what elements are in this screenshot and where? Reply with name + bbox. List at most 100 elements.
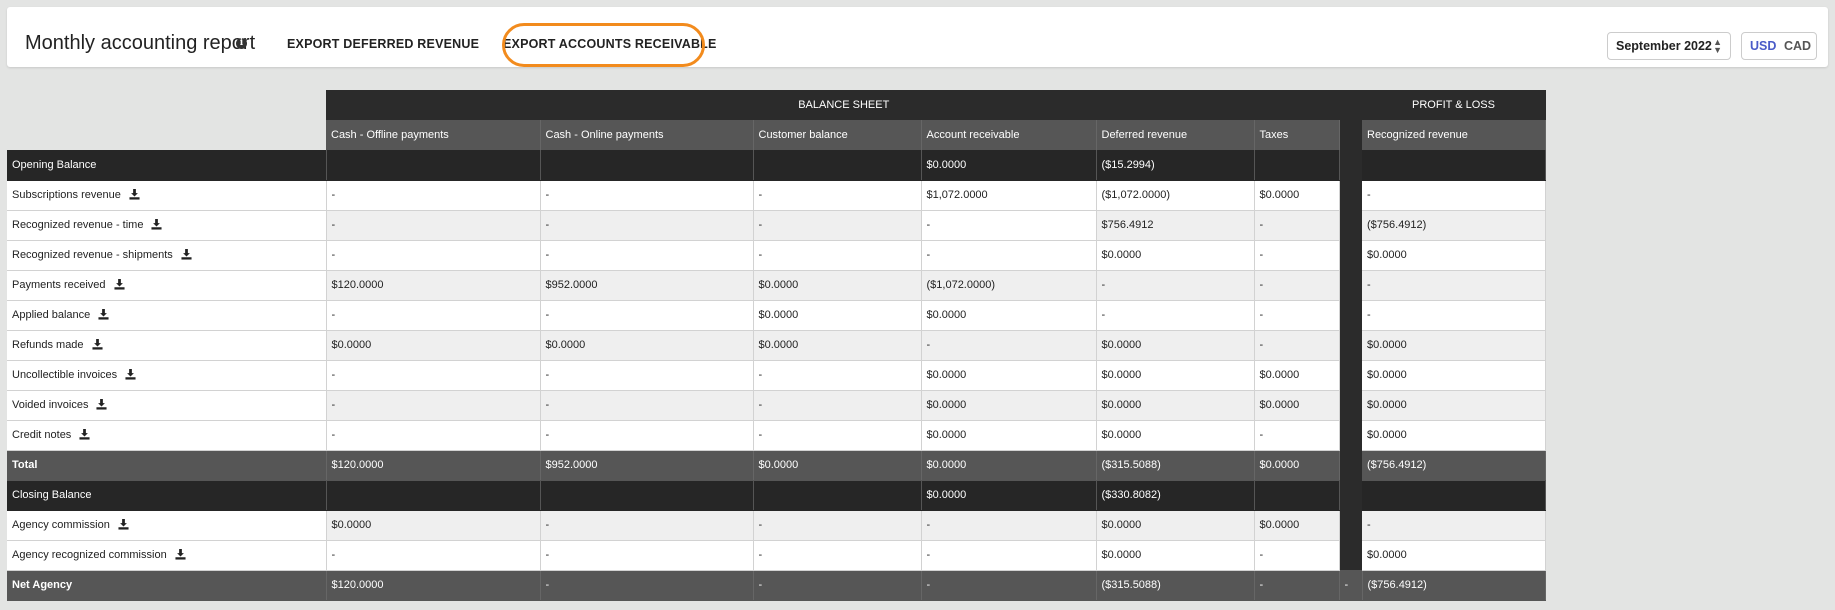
download-icon[interactable] <box>106 279 125 291</box>
table-cell <box>1339 150 1362 180</box>
table-row: Subscriptions revenue - - - $1,072.0000 ($1,0… <box>7 180 1546 211</box>
table-cell: $952.0000 <box>540 450 754 481</box>
table-cell: $0.0000 <box>921 390 1097 421</box>
table-cell <box>1362 150 1546 181</box>
row-label: Refunds made <box>7 330 327 361</box>
table-cell <box>1339 450 1362 480</box>
table-cell: $0.0000 <box>1096 540 1255 571</box>
table-cell: $0.0000 <box>1362 390 1546 421</box>
table-cell: $0.0000 <box>921 420 1097 451</box>
currency-usd-button[interactable]: USD <box>1750 39 1776 53</box>
download-icon[interactable] <box>88 399 107 411</box>
column-header: Account receivable <box>921 120 1097 150</box>
table-cell <box>326 150 541 181</box>
table-cell: ($756.4912) <box>1362 570 1546 601</box>
export-deferred-revenue-button[interactable]: EXPORT DEFERRED REVENUE <box>287 37 479 51</box>
table-cell: - <box>540 240 754 271</box>
row-label: Credit notes <box>7 420 327 451</box>
table-cell: - <box>540 360 754 391</box>
table-cell: $0.0000 <box>921 480 1097 511</box>
table-cell: - <box>1254 210 1340 241</box>
currency-cad-button[interactable]: CAD <box>1784 39 1811 53</box>
report-header: Monthly accounting report i EXPORT DEFER… <box>7 7 1828 67</box>
download-icon[interactable] <box>71 429 90 441</box>
table-cell <box>326 480 541 511</box>
table-cell: - <box>921 240 1097 271</box>
row-label-text: Total <box>12 459 38 471</box>
table-cell <box>1254 480 1340 511</box>
table-cell: $0.0000 <box>1096 390 1255 421</box>
column-header: Cash - Online payments <box>540 120 754 150</box>
row-label: Agency recognized commission <box>7 540 327 571</box>
table-cell <box>1339 180 1362 210</box>
table-cell <box>1362 480 1546 511</box>
table-cell <box>1339 330 1362 360</box>
group-header-row: BALANCE SHEET PROFIT & LOSS <box>7 90 1546 120</box>
download-icon[interactable] <box>117 369 136 381</box>
column-gap <box>1339 120 1362 150</box>
table-cell <box>1339 420 1362 450</box>
table-cell: $0.0000 <box>753 330 922 361</box>
table-cell: - <box>540 300 754 331</box>
table-cell: - <box>1254 240 1340 271</box>
row-label-text: Uncollectible invoices <box>12 369 118 381</box>
table-cell: - <box>1254 300 1340 331</box>
table-cell: $0.0000 <box>1254 180 1340 211</box>
table-cell <box>1339 540 1362 570</box>
table-cell <box>1339 210 1362 240</box>
column-header-row: Cash - Offline payments Cash - Online pay… <box>7 120 1546 150</box>
row-label: Voided invoices <box>7 390 327 421</box>
month-select[interactable]: September 2022 ▲ ▼ <box>1607 32 1731 60</box>
row-label: Applied balance <box>7 300 327 331</box>
table-cell: - <box>540 510 754 541</box>
download-icon[interactable] <box>167 549 186 561</box>
table-cell: $0.0000 <box>921 360 1097 391</box>
row-label: Subscriptions revenue <box>7 180 327 211</box>
table-cell: - <box>326 540 541 571</box>
table-cell: $0.0000 <box>753 450 922 481</box>
download-icon[interactable] <box>173 249 192 261</box>
table-cell: - <box>753 420 922 451</box>
table-cell: - <box>1254 330 1340 361</box>
table-cell: ($315.5088) <box>1096 450 1255 481</box>
table-cell: - <box>1096 300 1255 331</box>
table-row: Uncollectible invoices - - - $0.0000 $0.0000 $… <box>7 360 1546 391</box>
table-cell <box>1339 390 1362 420</box>
download-icon[interactable] <box>84 339 103 351</box>
download-icon[interactable] <box>143 219 163 231</box>
table-cell <box>540 150 754 181</box>
download-icon[interactable] <box>121 189 140 201</box>
table-cell: - <box>540 180 754 211</box>
table-cell: - <box>753 240 922 271</box>
row-label-text: Credit notes <box>12 429 72 441</box>
download-icon[interactable] <box>90 309 109 321</box>
table-cell: $952.0000 <box>540 270 754 301</box>
row-label: Total <box>7 450 327 481</box>
table-cell <box>1339 300 1362 330</box>
row-label-text: Refunds made <box>12 339 84 351</box>
table-cell: - <box>921 330 1097 361</box>
table-cell <box>1339 270 1362 300</box>
table-cell <box>753 480 922 511</box>
table-cell: $120.0000 <box>326 270 541 301</box>
table-cell: $0.0000 <box>1096 360 1255 391</box>
total-row: Net Agency $120.0000- - - ($315.5088) - - ($756… <box>7 570 1546 601</box>
column-header: Taxes <box>1254 120 1340 150</box>
table-cell: $0.0000 <box>753 300 922 331</box>
table-cell: $0.0000 <box>921 300 1097 331</box>
highlight-ring <box>502 23 705 67</box>
table-cell: $0.0000 <box>921 150 1097 181</box>
column-header: Customer balance <box>753 120 922 150</box>
table-cell: $0.0000 <box>1362 360 1546 391</box>
profit-loss-header: PROFIT & LOSS <box>1362 90 1546 120</box>
table-row: Payments received $120.0000 $952.0000 $0.00… <box>7 270 1546 301</box>
row-label-text: Net Agency <box>12 579 73 591</box>
table-cell <box>1339 360 1362 390</box>
row-label-text: Agency recognized commission <box>12 549 167 561</box>
page-title: Monthly accounting report <box>25 32 256 54</box>
table-cell: $120.0000 <box>326 450 541 481</box>
table-cell: $0.0000 <box>753 270 922 301</box>
download-icon[interactable] <box>110 519 129 531</box>
info-icon[interactable]: i <box>236 38 247 49</box>
table-cell: - <box>1096 270 1255 301</box>
